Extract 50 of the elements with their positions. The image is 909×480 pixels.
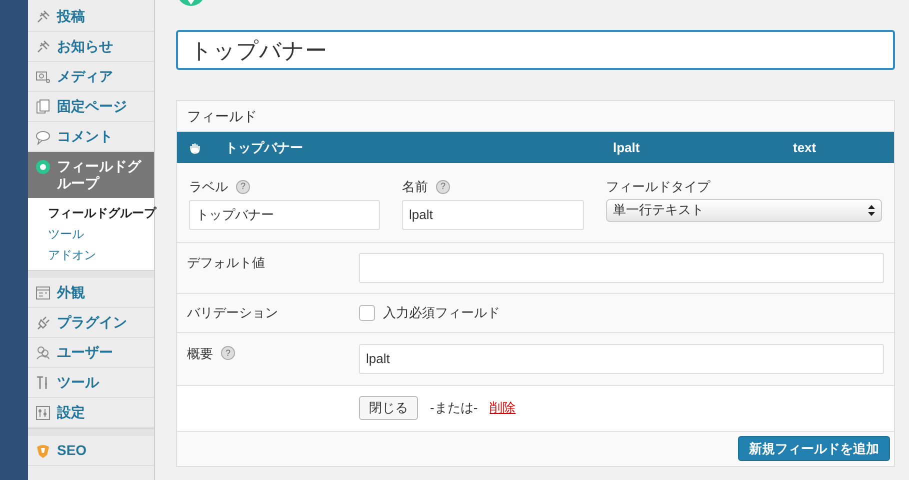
field-type-select[interactable]: 単一行テキスト (606, 198, 882, 222)
label-input[interactable]: トップバナー (189, 200, 380, 230)
menu-item[interactable]: ユーザー (28, 338, 154, 368)
menu-icon (35, 315, 51, 331)
menu-item[interactable]: お知らせ (28, 32, 154, 62)
menu-item[interactable]: 投稿 (28, 2, 154, 32)
add-field-button[interactable]: 新規フィールドを追加 (738, 436, 890, 461)
menu-icon (35, 345, 51, 361)
menu-icon (35, 99, 51, 115)
menu-item[interactable]: フィールドグループ (28, 152, 154, 198)
menu-icon (35, 129, 51, 145)
delete-link[interactable]: 削除 (490, 398, 516, 418)
menu-item[interactable]: プラグイン (28, 308, 154, 338)
field-caption: 名前 (402, 178, 428, 196)
field-caption: ラベル (189, 178, 228, 196)
submenu-item[interactable]: ツール (48, 225, 154, 243)
title-field[interactable]: トップバナー (176, 30, 895, 70)
or-text: -または- (430, 399, 478, 418)
menu-icon (35, 443, 51, 459)
menu-item[interactable]: SEO (28, 436, 154, 466)
updown-icon (868, 204, 875, 216)
field-caption: バリデーション (187, 304, 279, 322)
field-label-text: トップバナー (225, 138, 304, 157)
menu-icon (35, 159, 51, 175)
field-caption: 概要 (187, 344, 213, 362)
help-icon[interactable]: ? (221, 346, 235, 360)
menu-item[interactable]: メディア (28, 62, 154, 92)
menu-item[interactable]: 固定ページ (28, 92, 154, 122)
menu-icon (35, 39, 51, 55)
field-name-text: lpalt (613, 138, 641, 157)
close-button[interactable]: 閉じる (359, 396, 418, 420)
checkbox-label: 入力必須フィールド (383, 304, 500, 322)
menu-icon (35, 405, 51, 421)
field-caption: デフォルト値 (187, 254, 266, 272)
name-input[interactable]: lpalt (402, 200, 584, 230)
submenu-item[interactable]: フィールドグループ (48, 204, 154, 222)
menu-icon (35, 285, 51, 301)
menu-item[interactable]: ツール (28, 368, 154, 398)
menu-icon (35, 9, 51, 25)
description-input[interactable]: lpalt (359, 344, 884, 374)
menu-item[interactable]: 外観 (28, 278, 154, 308)
hand-icon (189, 142, 201, 154)
menu-icon (35, 69, 51, 85)
field-type-text: text (793, 138, 816, 157)
submenu-item[interactable]: アドオン (48, 246, 154, 264)
help-icon[interactable]: ? (436, 180, 450, 194)
field-caption: フィールドタイプ (606, 178, 712, 196)
help-icon[interactable]: ? (236, 180, 250, 194)
checkbox[interactable] (359, 304, 375, 320)
field-row[interactable]: トップバナー lpalt text (177, 132, 894, 163)
